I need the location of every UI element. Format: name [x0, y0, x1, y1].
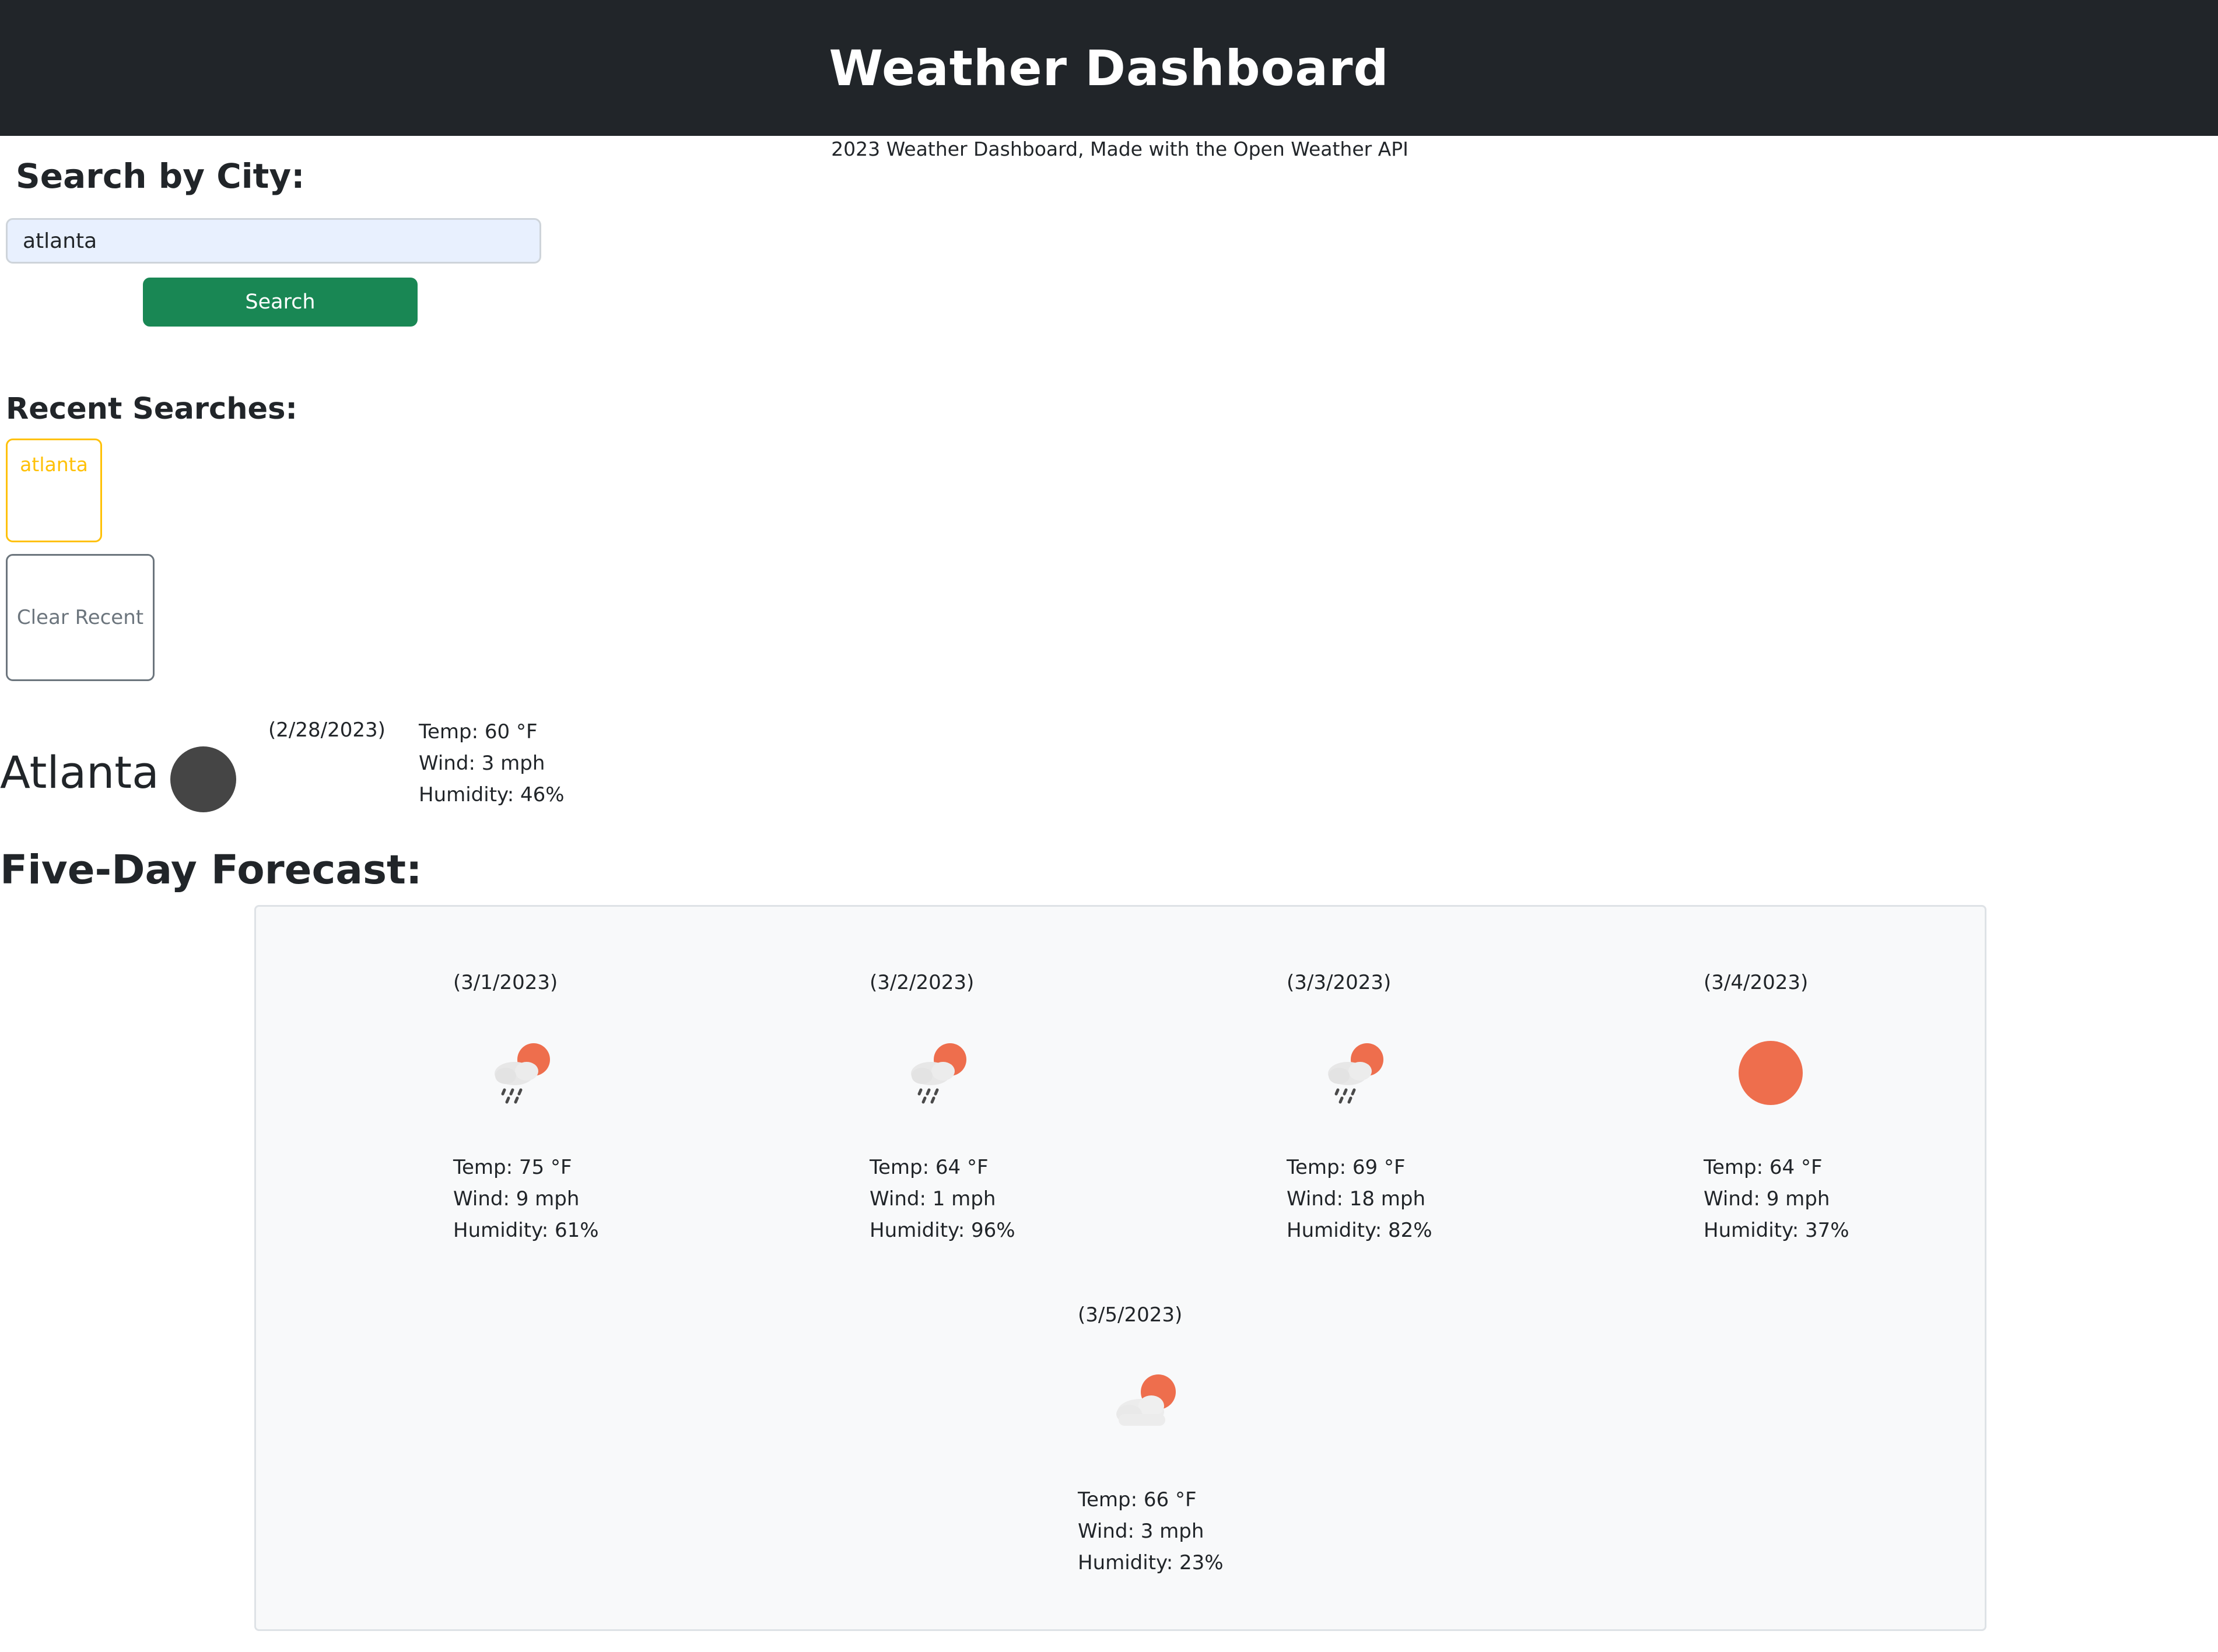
forecast-humidity: Humidity: 61% [453, 1219, 599, 1242]
forecast-temp: Temp: 69 °F [1287, 1156, 1406, 1179]
forecast-humidity: Humidity: 96% [870, 1219, 1015, 1242]
current-temp: Temp: 60 °F [419, 720, 538, 743]
forecast-humidity: Humidity: 82% [1287, 1219, 1432, 1242]
forecast-wind: Wind: 1 mph [870, 1187, 996, 1211]
forecast-wind: Wind: 3 mph [1078, 1520, 1204, 1543]
forecast-temp: Temp: 66 °F [1078, 1488, 1197, 1511]
sun-icon [1739, 1041, 1803, 1105]
forecast-date: (3/2/2023) [870, 971, 975, 994]
forecast-container: (3/1/2023) Temp: 75 °F Wind: 9 mph Humid… [254, 905, 1986, 1631]
forecast-stats: Temp: 64 °F Wind: 9 mph Humidity: 37% [1704, 1152, 1849, 1246]
forecast-temp: Temp: 75 °F [453, 1156, 572, 1179]
forecast-temp: Temp: 64 °F [1704, 1156, 1823, 1179]
current-date: (2/28/2023) [268, 718, 386, 742]
recent-searches-label: Recent Searches: [6, 392, 297, 426]
forecast-wind: Wind: 9 mph [453, 1187, 580, 1211]
forecast-stats: Temp: 66 °F Wind: 3 mph Humidity: 23% [1078, 1484, 1224, 1579]
page-header: Weather Dashboard [0, 0, 2218, 136]
clear-recent-button[interactable]: Clear Recent [6, 554, 155, 681]
search-label: Search by City: [16, 156, 305, 196]
current-city-name: Atlanta [0, 746, 159, 798]
forecast-date: (3/4/2023) [1704, 971, 1809, 994]
forecast-wind: Wind: 18 mph [1287, 1187, 1426, 1211]
rain-sun-icon [1328, 1043, 1383, 1104]
forecast-stats: Temp: 64 °F Wind: 1 mph Humidity: 96% [870, 1152, 1015, 1246]
forecast-date: (3/1/2023) [453, 971, 558, 994]
current-stats: Temp: 60 °F Wind: 3 mph Humidity: 46% [419, 716, 565, 811]
recent-search-item-atlanta[interactable]: atlanta [6, 439, 102, 542]
rain-sun-icon [495, 1043, 550, 1104]
forecast-temp: Temp: 64 °F [870, 1156, 989, 1179]
forecast-label: Five-Day Forecast: [0, 847, 422, 893]
forecast-humidity: Humidity: 23% [1078, 1551, 1224, 1574]
city-search-input[interactable] [6, 218, 541, 264]
forecast-date: (3/5/2023) [1078, 1303, 1183, 1327]
forecast-stats: Temp: 69 °F Wind: 18 mph Humidity: 82% [1287, 1152, 1432, 1246]
current-wind: Wind: 3 mph [419, 752, 545, 775]
page-subtitle: 2023 Weather Dashboard, Made with the Op… [831, 138, 1408, 160]
page-title: Weather Dashboard [829, 39, 1389, 97]
forecast-stats: Temp: 75 °F Wind: 9 mph Humidity: 61% [453, 1152, 599, 1246]
current-humidity: Humidity: 46% [419, 783, 565, 806]
rain-sun-icon [911, 1043, 966, 1104]
forecast-wind: Wind: 9 mph [1704, 1187, 1830, 1211]
forecast-humidity: Humidity: 37% [1704, 1219, 1849, 1242]
search-button[interactable]: Search [143, 278, 418, 327]
cloud-sun-icon [1116, 1374, 1176, 1426]
forecast-date: (3/3/2023) [1287, 971, 1392, 994]
current-weather-icon [170, 746, 236, 812]
